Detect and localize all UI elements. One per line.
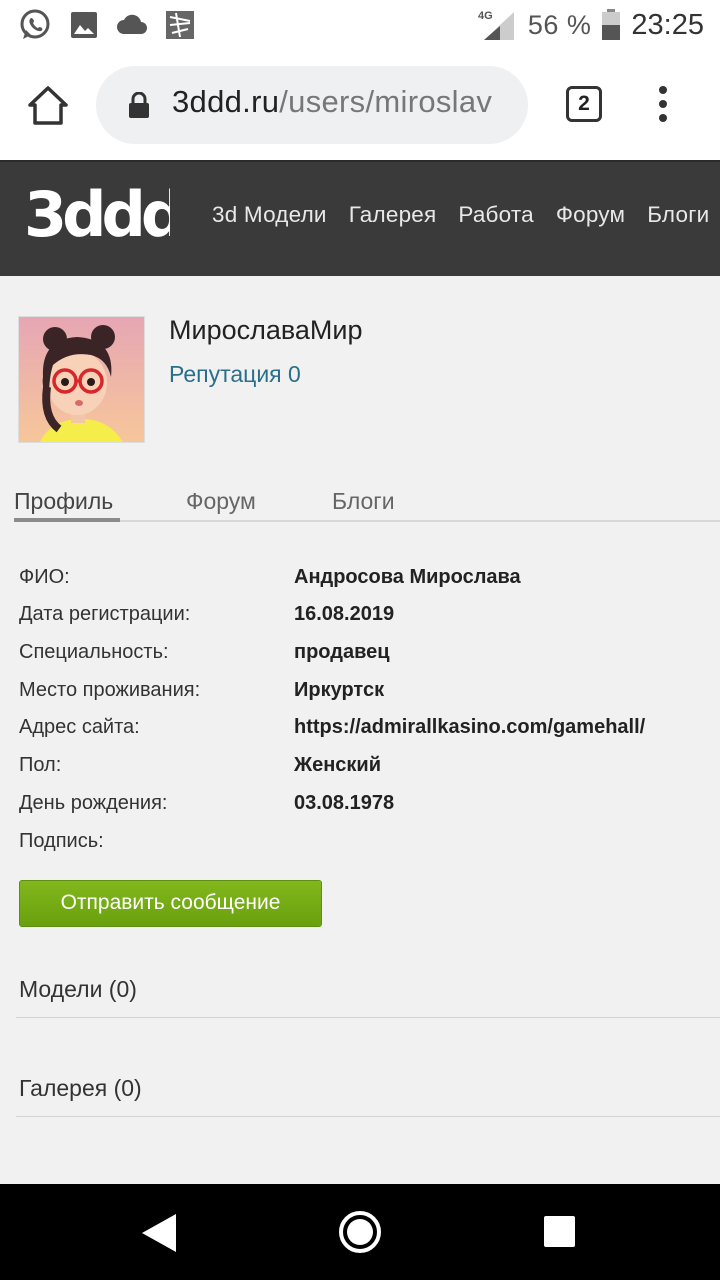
info-label: Дата регистрации: [19, 603, 191, 625]
home-icon[interactable] [26, 84, 70, 128]
overflow-menu-icon[interactable] [655, 86, 671, 126]
address-bar[interactable]: 3ddd.ru/users/miroslav [96, 66, 528, 144]
info-row-gender: Пол: Женский [19, 754, 709, 784]
info-row-signature: Подпись: [19, 830, 709, 860]
site-logo[interactable]: 3ddd [24, 182, 170, 244]
clock: 23:25 [631, 8, 704, 41]
info-row-website: Адрес сайта: https://admirallkasino.com/… [19, 716, 709, 746]
tab-switcher-button[interactable]: 2 [566, 86, 602, 122]
battery-percent: 56 % [527, 9, 592, 40]
lock-icon [129, 92, 149, 118]
back-icon[interactable] [140, 1212, 178, 1254]
whatsapp-icon [20, 9, 50, 39]
gallery-section-title[interactable]: Галерея (0) [19, 1075, 142, 1102]
info-label: ФИО: [19, 566, 70, 588]
info-value: продавец [294, 641, 390, 663]
site-header: 3ddd 3d Модели Галерея Работа Форум Блог… [0, 160, 720, 276]
url-path: /users/miroslav [279, 84, 493, 119]
profile-reputation[interactable]: Репутация 0 [169, 361, 301, 388]
tab-blogs[interactable]: Блоги [332, 488, 395, 515]
gallery-section: Галерея (0) [16, 1075, 720, 1117]
website-link[interactable]: https://admirallkasino.com/gamehall/ [294, 716, 645, 739]
nav-forum[interactable]: Форум [556, 202, 625, 228]
info-label: Место проживания: [19, 679, 201, 701]
home-circle-icon[interactable] [338, 1210, 382, 1254]
main-nav: 3d Модели Галерея Работа Форум Блоги [212, 202, 709, 228]
avatar-illustration [19, 317, 144, 442]
signal-icon: 4G [478, 10, 514, 40]
recent-apps-icon[interactable] [544, 1216, 575, 1247]
info-label: Подпись: [19, 830, 104, 852]
battery-icon [602, 9, 621, 40]
tab-profile[interactable]: Профиль [14, 488, 113, 515]
nav-gallery[interactable]: Галерея [349, 202, 437, 228]
gallery-icon [71, 12, 97, 38]
models-section-title[interactable]: Модели (0) [19, 976, 137, 1003]
info-label: Специальность: [19, 641, 169, 663]
send-message-button[interactable]: Отправить сообщение [19, 880, 322, 927]
info-label: День рождения: [19, 792, 168, 814]
active-tab-indicator [14, 518, 120, 522]
nav-jobs[interactable]: Работа [458, 202, 533, 228]
logo-text: 3ddd [24, 182, 170, 244]
app-icon [166, 11, 194, 39]
status-right: 4G 56 % 23:25 [478, 6, 704, 44]
info-label: Пол: [19, 754, 62, 776]
system-nav-bar [0, 1184, 720, 1280]
avatar [18, 316, 145, 443]
cloud-icon [117, 14, 147, 34]
browser-toolbar: 3ddd.ru/users/miroslav 2 [0, 50, 720, 160]
tab-forum[interactable]: Форум [186, 488, 256, 515]
info-value: Женский [294, 754, 382, 776]
info-row-location: Место проживания: Иркуртск [19, 679, 709, 709]
url-domain: 3ddd.ru [172, 84, 280, 119]
info-row-birthday: День рождения: 03.08.1978 [19, 792, 709, 822]
url-text: 3ddd.ru/users/miroslav [172, 84, 492, 120]
nav-models[interactable]: 3d Модели [212, 202, 327, 228]
info-value: Иркуртск [294, 679, 385, 701]
info-row-registration-date: Дата регистрации: 16.08.2019 [19, 603, 709, 633]
nav-blogs[interactable]: Блоги [647, 202, 709, 228]
profile-tabs: Профиль Форум Блоги [14, 484, 720, 522]
info-value: 03.08.1978 [294, 792, 395, 814]
info-label: Адрес сайта: [19, 716, 140, 738]
network-type: 4G [478, 10, 493, 22]
info-value: Андросова Мирослава [294, 566, 521, 588]
models-section: Модели (0) [16, 976, 720, 1018]
info-value: 16.08.2019 [294, 603, 395, 625]
status-bar: 4G 56 % 23:25 [0, 0, 720, 50]
info-row-fullname: ФИО: Андросова Мирослава [19, 566, 709, 596]
profile-username: МирославаМир [169, 315, 363, 345]
info-row-specialty: Специальность: продавец [19, 641, 709, 671]
